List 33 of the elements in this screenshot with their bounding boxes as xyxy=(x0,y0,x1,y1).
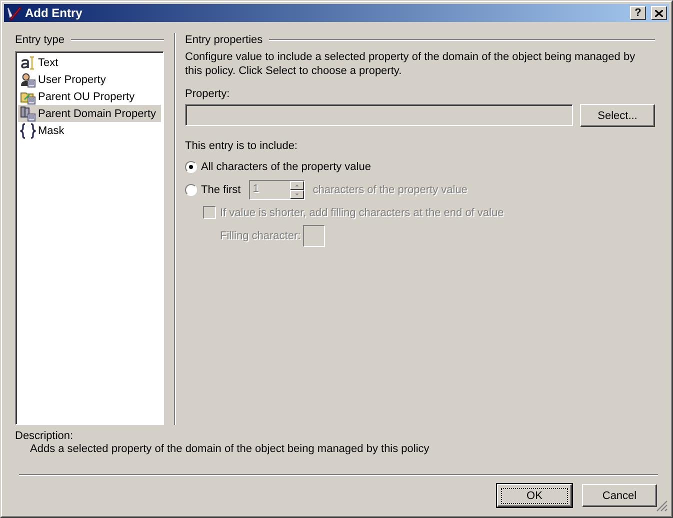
user-icon xyxy=(20,72,36,88)
list-item[interactable]: Parent Domain Property xyxy=(18,105,161,122)
field-label: Filling character: xyxy=(220,230,301,242)
close-icon xyxy=(655,10,663,16)
property-field[interactable] xyxy=(185,104,573,126)
radio-button[interactable] xyxy=(185,184,197,196)
text-icon xyxy=(20,54,36,70)
close-button[interactable] xyxy=(651,6,667,20)
radio-label: All characters of the property value xyxy=(201,160,371,172)
select-button[interactable]: Select... xyxy=(580,104,655,127)
section-label: This entry is to include: xyxy=(185,140,298,152)
list-item[interactable]: Mask xyxy=(18,122,161,139)
resize-grip-icon[interactable] xyxy=(656,500,668,512)
dialog-button[interactable]: Cancel xyxy=(582,484,657,507)
spinner-suffix: characters of the property value xyxy=(312,184,468,196)
group-legend: Entry type xyxy=(15,34,65,46)
window-title: Add Entry xyxy=(25,6,84,20)
group-legend: Entry properties xyxy=(185,34,263,46)
help-button[interactable]: ? xyxy=(630,6,646,20)
description-text: Adds a selected property of the domain of the object being managed by this policy xyxy=(30,443,430,455)
braces-icon xyxy=(20,122,36,138)
radio-button[interactable] xyxy=(185,160,197,172)
list-item[interactable]: Text xyxy=(18,54,161,71)
pencil-icon xyxy=(6,5,22,21)
field-label: Property: xyxy=(185,88,231,100)
list-item[interactable]: Parent OU Property xyxy=(18,88,161,105)
domain-icon xyxy=(20,106,36,122)
instruction-text: Configure value to include a selected property of the domain of the object being managed by this policy. Click Select to choose a property. xyxy=(185,50,636,78)
checkbox-label: If value is shorter, add filling characters at the end of value xyxy=(220,206,504,218)
radio-label: The first xyxy=(201,184,241,196)
description-label: Description: xyxy=(15,430,74,442)
list-item[interactable]: User Property xyxy=(18,71,161,88)
dialog-button[interactable]: OK xyxy=(497,484,572,507)
